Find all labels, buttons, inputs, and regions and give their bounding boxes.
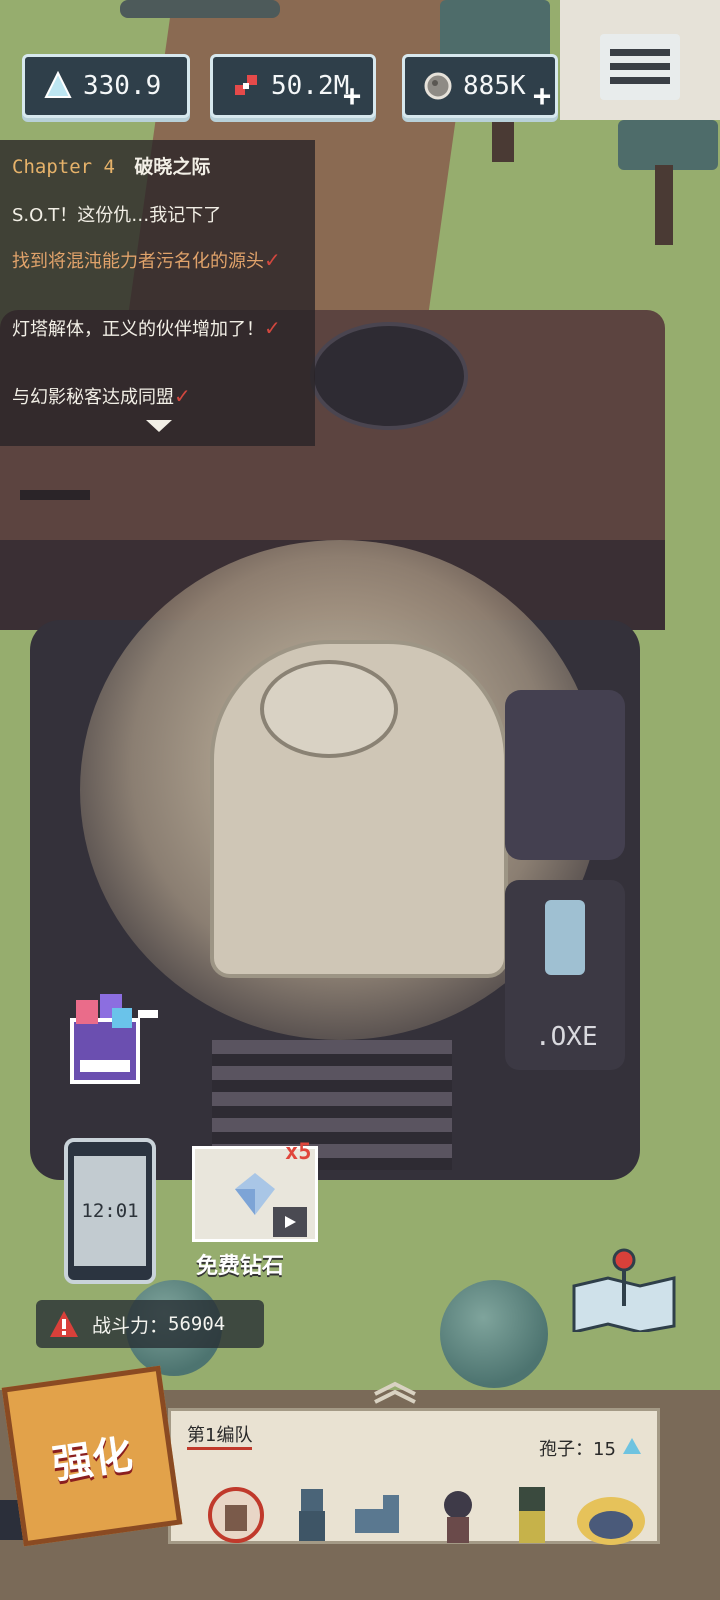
checkmark-icon: ✓ bbox=[264, 316, 281, 340]
team-member[interactable] bbox=[503, 1481, 561, 1551]
quest-item[interactable]: S.O.T！这份仇…我记下了 bbox=[12, 204, 302, 228]
machine-turret bbox=[310, 322, 468, 430]
team-member[interactable] bbox=[283, 1481, 341, 1551]
ore-icon bbox=[423, 71, 453, 101]
diamond-multiplier: x5 bbox=[285, 1140, 312, 1165]
enhance-label: 强化 bbox=[49, 1431, 136, 1489]
crystal-icon bbox=[43, 70, 73, 101]
expand-chevron-icon[interactable] bbox=[144, 416, 174, 436]
add-parts-icon[interactable]: + bbox=[343, 79, 361, 114]
team-name: 第1编队 bbox=[187, 1421, 253, 1450]
quest-item[interactable]: 找到将混沌能力者污名化的源头✓ bbox=[12, 248, 297, 274]
map-button[interactable] bbox=[568, 1246, 680, 1334]
resource-parts[interactable]: 50.2M + bbox=[210, 54, 376, 118]
tree bbox=[618, 120, 718, 170]
spore-count: 孢子：15 bbox=[539, 1435, 642, 1461]
team-member[interactable] bbox=[571, 1481, 651, 1551]
bush bbox=[440, 1280, 548, 1388]
team-member[interactable] bbox=[349, 1481, 407, 1551]
parts-value: 50.2M bbox=[271, 71, 350, 101]
gear-parts-icon bbox=[231, 71, 261, 101]
menu-button[interactable] bbox=[600, 34, 680, 100]
quest-panel[interactable]: Chapter 4 破晓之际 S.O.T！这份仇…我记下了 找到将混沌能力者污名… bbox=[0, 140, 315, 446]
crystal-value: 330.9 bbox=[83, 71, 162, 101]
quest-item[interactable]: 灯塔解体，正义的伙伴增加了！✓ bbox=[12, 316, 307, 342]
resource-crystal[interactable]: 330.9 bbox=[22, 54, 190, 118]
ore-value: 885K bbox=[463, 71, 526, 101]
chapter-number: Chapter 4 bbox=[12, 156, 115, 178]
team-member-avatar[interactable] bbox=[207, 1481, 265, 1551]
free-diamond-label: 免费钻石 bbox=[196, 1254, 285, 1279]
ghost-character[interactable] bbox=[66, 990, 162, 1090]
expand-up-icon[interactable] bbox=[370, 1380, 420, 1404]
chapter-name: 破晓之际 bbox=[134, 156, 211, 178]
phone-screen: 12:01 bbox=[74, 1156, 146, 1266]
resource-ore[interactable]: 885K + bbox=[402, 54, 558, 118]
add-ore-icon[interactable]: + bbox=[533, 79, 551, 114]
side-cylinder bbox=[505, 690, 625, 860]
phone-time: 12:01 bbox=[81, 1200, 139, 1222]
warning-icon bbox=[48, 1309, 80, 1339]
team-member[interactable] bbox=[429, 1481, 487, 1551]
team-panel[interactable]: 第1编队 孢子：15 bbox=[168, 1408, 660, 1545]
machine-label: .OXE bbox=[535, 1022, 598, 1052]
phone-device[interactable]: 12:01 bbox=[64, 1138, 156, 1284]
play-video-icon[interactable] bbox=[273, 1207, 307, 1237]
chapter-title: Chapter 4 破晓之际 bbox=[12, 152, 210, 179]
combat-power: 战斗力： 56904 bbox=[36, 1300, 264, 1348]
checkmark-icon: ✓ bbox=[174, 384, 191, 408]
menu-icon bbox=[610, 49, 670, 56]
combat-power-value: 56904 bbox=[168, 1313, 226, 1335]
combat-power-label: 战斗力： bbox=[92, 1314, 169, 1337]
crystal-icon bbox=[622, 1438, 642, 1460]
quest-item[interactable]: 与幻影秘客达成同盟✓ bbox=[12, 384, 302, 410]
enhance-button[interactable]: 强化 bbox=[1, 1365, 183, 1547]
checkmark-icon: ✓ bbox=[264, 248, 281, 272]
